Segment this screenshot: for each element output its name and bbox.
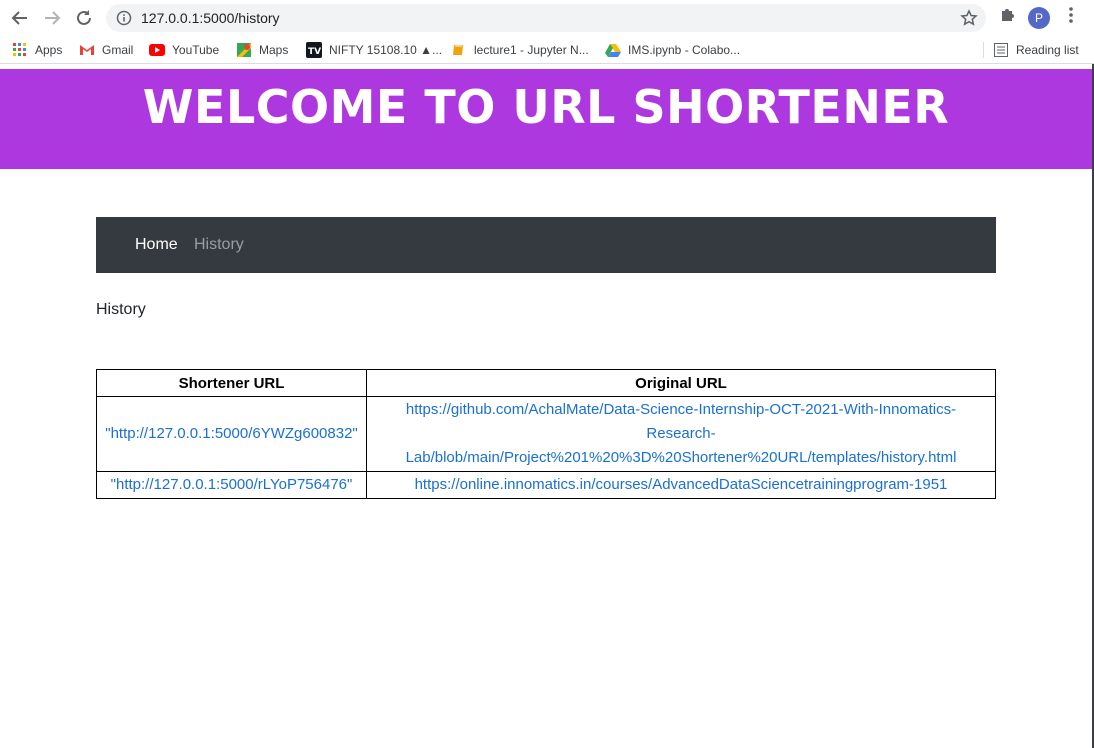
notebook-icon bbox=[451, 42, 467, 58]
nav-history-link[interactable]: History bbox=[194, 235, 244, 255]
section-title: History bbox=[96, 301, 146, 318]
back-arrow-icon bbox=[11, 11, 27, 25]
table-row: "http://127.0.0.1:5000/rLYoP756476" http… bbox=[96, 471, 996, 499]
bookmark-jupyter[interactable]: lecture1 - Jupyter N... bbox=[451, 41, 589, 59]
apps-grid-icon bbox=[12, 42, 28, 58]
kebab-menu-icon bbox=[1069, 7, 1073, 23]
browser-toolbar: 127.0.0.1:5000/history P bbox=[0, 0, 1094, 36]
bookmark-label: lecture1 - Jupyter N... bbox=[474, 43, 589, 57]
reading-list[interactable]: Reading list bbox=[993, 41, 1079, 59]
column-header-shortener-url: Shortener URL bbox=[96, 369, 367, 397]
original-url-text[interactable]: https://github.com/AchalMate/Data-Scienc… bbox=[383, 398, 979, 470]
chrome-menu-button[interactable] bbox=[1064, 6, 1078, 29]
youtube-icon bbox=[149, 42, 165, 58]
navbar: Home History bbox=[96, 217, 996, 273]
bookmark-label: IMS.ipynb - Colabo... bbox=[628, 43, 741, 57]
bookmark-label: Apps bbox=[35, 43, 63, 57]
bookmark-youtube[interactable]: YouTube bbox=[149, 41, 219, 59]
column-header-original-url: Original URL bbox=[366, 369, 996, 397]
bookmark-label: Gmail bbox=[102, 43, 134, 57]
bookmark-maps[interactable]: Maps bbox=[236, 41, 288, 59]
bookmark-label: YouTube bbox=[172, 43, 220, 57]
nav-home-link[interactable]: Home bbox=[135, 235, 178, 255]
bookmark-star-icon[interactable] bbox=[960, 9, 978, 27]
header-banner: WELCOME TO URL SHORTENER bbox=[0, 69, 1092, 169]
original-url-link[interactable]: https://github.com/AchalMate/Data-Scienc… bbox=[366, 396, 996, 472]
short-url-link[interactable]: "http://127.0.0.1:5000/rLYoP756476" bbox=[96, 471, 367, 499]
profile-avatar[interactable]: P bbox=[1028, 7, 1050, 29]
table-row: "http://127.0.0.1:5000/6YWZg600832" http… bbox=[96, 396, 996, 472]
svg-text:TV: TV bbox=[308, 47, 321, 57]
address-bar[interactable]: 127.0.0.1:5000/history bbox=[106, 4, 986, 32]
reading-list-icon bbox=[993, 42, 1009, 58]
bookmark-label: Maps bbox=[259, 43, 289, 57]
forward-button[interactable] bbox=[40, 7, 64, 29]
google-drive-icon bbox=[605, 42, 621, 58]
bookmark-apps[interactable]: Apps bbox=[12, 41, 62, 59]
bookmark-colab[interactable]: IMS.ipynb - Colabo... bbox=[605, 41, 740, 59]
maps-icon bbox=[236, 42, 252, 58]
gmail-icon bbox=[79, 42, 95, 58]
bookmarks-separator bbox=[983, 42, 984, 58]
bookmark-gmail[interactable]: Gmail bbox=[79, 41, 133, 59]
info-icon[interactable] bbox=[116, 10, 132, 26]
puzzle-piece-icon bbox=[1002, 9, 1014, 21]
bookmarks-bar: Apps Gmail YouTube Maps TV NIFTY 15108.1… bbox=[0, 36, 1094, 64]
reload-button[interactable] bbox=[72, 7, 96, 29]
original-url-link[interactable]: https://online.innomatics.in/courses/Adv… bbox=[366, 471, 996, 499]
short-url-link[interactable]: "http://127.0.0.1:5000/6YWZg600832" bbox=[96, 396, 367, 472]
forward-arrow-icon bbox=[45, 11, 61, 25]
reading-list-label: Reading list bbox=[1016, 43, 1079, 57]
tradingview-icon: TV bbox=[306, 42, 322, 58]
table-header-row: Shortener URL Original URL bbox=[96, 369, 996, 397]
back-button[interactable] bbox=[8, 7, 32, 29]
page-title: WELCOME TO URL SHORTENER bbox=[142, 80, 950, 134]
address-url[interactable]: 127.0.0.1:5000/history bbox=[141, 10, 280, 26]
extensions-button[interactable] bbox=[998, 6, 1016, 29]
reload-icon bbox=[77, 10, 91, 25]
history-table: Shortener URL Original URL "http://127.0… bbox=[96, 369, 996, 499]
bookmark-label: NIFTY 15108.10 ▲... bbox=[329, 43, 443, 57]
bookmark-nifty[interactable]: TV NIFTY 15108.10 ▲... bbox=[306, 41, 442, 59]
page-content: WELCOME TO URL SHORTENER Home History Hi… bbox=[0, 69, 1092, 748]
